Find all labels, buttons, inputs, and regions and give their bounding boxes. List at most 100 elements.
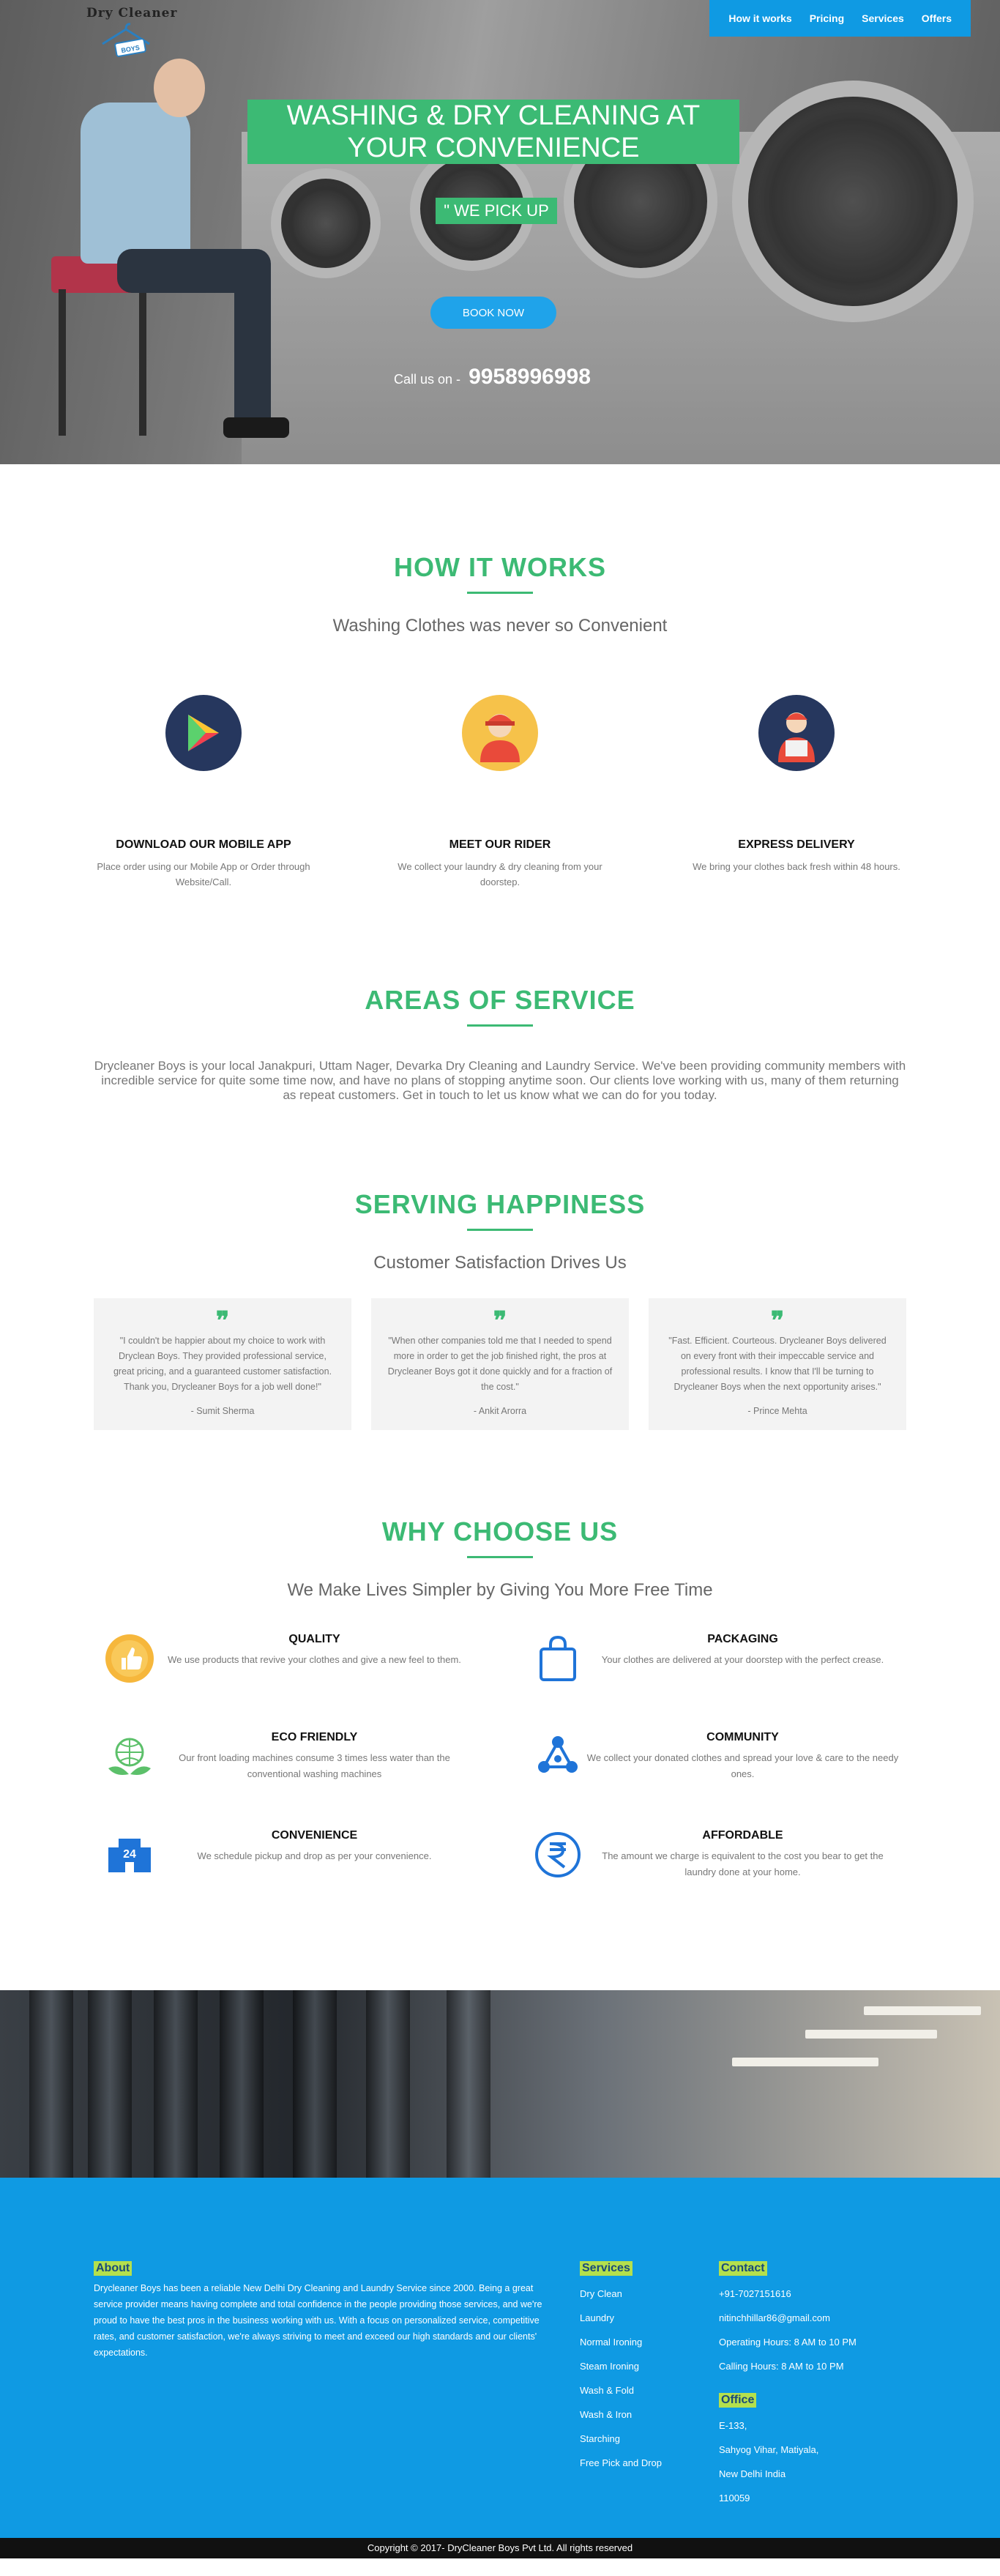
shopping-bag-icon — [529, 1630, 586, 1687]
testimonial-card: ❞ "When other companies told me that I n… — [371, 1298, 629, 1430]
section-title: AREAS OF SERVICE — [365, 985, 635, 1015]
hero-title-line1: WASHING & DRY CLEANING AT — [286, 100, 701, 131]
play-store-icon — [165, 695, 242, 771]
footer-office-line: E-133, — [719, 2420, 747, 2431]
footer-service-link[interactable]: Wash & Fold — [580, 2378, 662, 2402]
areas-text: Drycleaner Boys is your local Janakpuri,… — [94, 1059, 906, 1102]
section-title: HOW IT WORKS — [394, 552, 606, 582]
title-underline — [467, 1024, 533, 1027]
step-text: We collect your laundry & dry cleaning f… — [398, 861, 602, 887]
footer-service-link[interactable]: Normal Ironing — [580, 2330, 662, 2354]
community-icon — [529, 1728, 586, 1785]
quote-icon: ❞ — [215, 1306, 230, 1336]
feature-text: Our front loading machines consume 3 tim… — [179, 1752, 450, 1779]
nav-how-it-works[interactable]: How it works — [720, 12, 800, 24]
section-title: WHY CHOOSE US — [381, 1516, 619, 1546]
nav-pricing[interactable]: Pricing — [801, 12, 853, 24]
testimonial-author: - Ankit Arorra — [473, 1406, 527, 1416]
top-nav: How it works Pricing Services Offers — [709, 0, 971, 37]
feature-quality: QUALITY We use products that revive your… — [94, 1630, 478, 1687]
feature-affordable: AFFORDABLE The amount we charge is equiv… — [522, 1826, 906, 1883]
why-choose-us-section: WHY CHOOSE US We Make Lives Simpler by G… — [0, 1430, 1000, 1883]
section-subtitle: We Make Lives Simpler by Giving You More… — [287, 1580, 713, 1600]
call-label: Call us on - — [394, 372, 461, 387]
feature-community: COMMUNITY We collect your donated clothe… — [522, 1728, 906, 1785]
nav-services[interactable]: Services — [853, 12, 913, 24]
footer-contact-title: Contact — [719, 2261, 767, 2276]
call-us: Call us on - 9958996998 — [394, 365, 591, 390]
feature-title: QUALITY — [288, 1633, 340, 1645]
step-card: EXPRESS DELIVERY We bring your clothes b… — [676, 695, 917, 890]
footer: About Drycleaner Boys has been a reliabl… — [0, 2178, 1000, 2558]
title-underline — [467, 592, 533, 594]
svg-text:24: 24 — [123, 1848, 136, 1861]
testimonial-author: - Sumit Sherma — [190, 1406, 255, 1416]
footer-phone[interactable]: +91-7027151616 — [719, 2282, 857, 2306]
footer-about-text: Drycleaner Boys has been a reliable New … — [94, 2283, 542, 2358]
quote-icon: ❞ — [770, 1306, 785, 1336]
areas-of-service-section: AREAS OF SERVICE Drycleaner Boys is your… — [0, 890, 1000, 1103]
footer-about-title: About — [94, 2261, 133, 2276]
footer-calling-hours: Calling Hours: 8 AM to 10 PM — [719, 2361, 844, 2372]
rider-icon — [462, 695, 538, 771]
feature-title: ECO FRIENDLY — [271, 1731, 358, 1743]
feature-eco-friendly: ECO FRIENDLY Our front loading machines … — [94, 1728, 478, 1785]
step-card: MEET OUR RIDER We collect your laundry &… — [379, 695, 621, 890]
testimonial-card: ❞ "I couldn't be happier about my choice… — [94, 1298, 351, 1430]
step-text: We bring your clothes back fresh within … — [693, 861, 900, 872]
footer-operating-hours: Operating Hours: 8 AM to 10 PM — [719, 2337, 857, 2348]
hero-tagline: " WE PICK UP — [436, 198, 557, 224]
section-subtitle: Washing Clothes was never so Convenient — [332, 616, 668, 636]
footer-service-link[interactable]: Starching — [580, 2427, 662, 2451]
delivery-icon — [758, 695, 835, 771]
section-subtitle: Customer Satisfaction Drives Us — [373, 1253, 627, 1273]
footer-contact: Contact +91-7027151616 nitinchhillar86@g… — [719, 2261, 857, 2510]
section-title: SERVING HAPPINESS — [354, 1189, 646, 1219]
step-title: EXPRESS DELIVERY — [738, 838, 855, 851]
book-now-button[interactable]: BOOK NOW — [430, 297, 556, 329]
step-text: Place order using our Mobile App or Orde… — [97, 861, 310, 887]
footer-service-link[interactable]: Steam Ironing — [580, 2354, 662, 2378]
footer-service-link[interactable]: Wash & Iron — [580, 2402, 662, 2427]
24-hours-icon: 24 — [101, 1826, 158, 1883]
footer-office-line: New Delhi India — [719, 2468, 786, 2479]
feature-text: We schedule pickup and drop as per your … — [197, 1850, 432, 1861]
footer-service-link[interactable]: Dry Clean — [580, 2282, 662, 2306]
footer-email[interactable]: nitinchhillar86@gmail.com — [719, 2306, 857, 2330]
brand-logo[interactable]: Dry Cleaner BOYS — [86, 6, 177, 59]
footer-about: About Drycleaner Boys has been a reliabl… — [94, 2261, 548, 2361]
testimonials-section: SERVING HAPPINESS Customer Satisfaction … — [0, 1103, 1000, 1430]
footer-office-line: Sahyog Vihar, Matiyala, — [719, 2444, 819, 2455]
step-title: DOWNLOAD OUR MOBILE APP — [116, 838, 291, 851]
step-card: DOWNLOAD OUR MOBILE APP Place order usin… — [83, 695, 324, 890]
customer-illustration — [51, 29, 293, 439]
feature-title: CONVENIENCE — [271, 1829, 358, 1842]
eco-globe-icon — [101, 1728, 158, 1785]
footer-service-link[interactable]: Laundry — [580, 2306, 662, 2330]
testimonial-quote: "Fast. Efficient. Courteous. Drycleaner … — [668, 1336, 887, 1392]
feature-convenience: 24 CONVENIENCE We schedule pickup and dr… — [94, 1826, 478, 1883]
footer-service-link[interactable]: Free Pick and Drop — [580, 2451, 662, 2475]
thumbs-up-badge-icon — [101, 1630, 158, 1687]
dry-cleaning-rack-image — [0, 1990, 1000, 2178]
feature-title: COMMUNITY — [706, 1731, 779, 1743]
how-it-works-section: HOW IT WORKS Washing Clothes was never s… — [0, 464, 1000, 890]
footer-services: Services Dry Clean Laundry Normal Ironin… — [580, 2261, 662, 2475]
quote-icon: ❞ — [493, 1306, 507, 1336]
hero-banner: Dry Cleaner BOYS How it works Pricing Se… — [0, 0, 1000, 464]
feature-title: AFFORDABLE — [702, 1829, 783, 1842]
feature-text: We use products that revive your clothes… — [168, 1654, 461, 1665]
step-title: MEET OUR RIDER — [449, 838, 551, 851]
title-underline — [467, 1556, 533, 1558]
nav-offers[interactable]: Offers — [913, 12, 960, 24]
feature-packaging: PACKAGING Your clothes are delivered at … — [522, 1630, 906, 1687]
feature-text: The amount we charge is equivalent to th… — [602, 1850, 884, 1877]
footer-office-line: 110059 — [719, 2493, 750, 2504]
copyright: Copyright © 2017- DryCleaner Boys Pvt Lt… — [0, 2538, 1000, 2558]
testimonial-card: ❞ "Fast. Efficient. Courteous. Drycleane… — [649, 1298, 906, 1430]
footer-office-title: Office — [719, 2393, 757, 2408]
feature-text: Your clothes are delivered at your doors… — [601, 1654, 884, 1665]
feature-title: PACKAGING — [707, 1633, 778, 1645]
phone-number[interactable]: 9958996998 — [469, 365, 591, 389]
testimonial-quote: "When other companies told me that I nee… — [387, 1336, 613, 1392]
